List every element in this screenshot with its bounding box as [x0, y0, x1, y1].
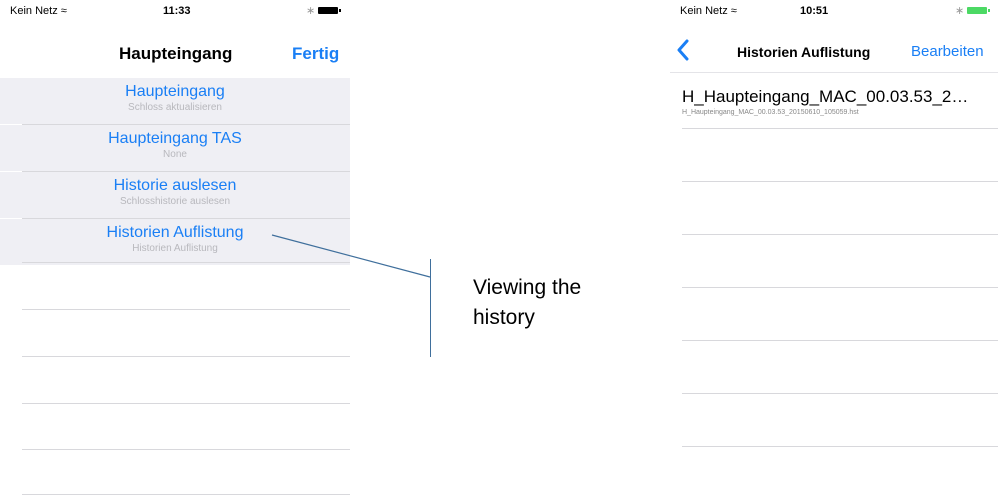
annotation-line-2: history	[473, 306, 535, 329]
status-bar: Kein Netz ≈ 10:51 ∗	[670, 0, 998, 20]
empty-row-divider	[682, 446, 998, 447]
annotation-text: Viewing the history	[473, 273, 581, 333]
menu-item-subtitle: None	[163, 149, 187, 160]
carrier-label: Kein Netz ≈	[10, 5, 67, 17]
nav-bar: Historien Auflistung Bearbeiten	[670, 28, 998, 72]
menu-item-title: Haupteingang	[125, 83, 225, 100]
history-file-subtitle: H_Haupteingang_MAC_00.03.53_20150610_105…	[682, 109, 859, 116]
callout-connector	[271, 234, 431, 278]
edit-button[interactable]: Bearbeiten	[911, 43, 984, 60]
carrier-text: Kein Netz	[10, 5, 58, 17]
empty-row-divider	[682, 393, 998, 394]
back-button[interactable]	[676, 39, 692, 61]
status-bar: Kein Netz ≈ 11:33 ∗	[0, 0, 350, 20]
empty-row-divider	[22, 494, 350, 495]
clock: 10:51	[800, 5, 829, 17]
bluetooth-icon: ∗	[955, 5, 965, 17]
nav-bar: Haupteingang Fertig	[0, 28, 350, 72]
menu-item-title: Historie auslesen	[113, 177, 237, 194]
carrier-label: Kein Netz ≈	[680, 5, 737, 17]
menu-item-subtitle: Schlosshistorie auslesen	[119, 196, 231, 207]
empty-row-divider	[22, 403, 350, 404]
page-title: Historien Auflistung	[737, 44, 871, 60]
empty-row-divider	[682, 234, 998, 235]
back-chevron-icon	[677, 39, 689, 61]
nav-divider	[670, 72, 998, 73]
empty-row-divider	[682, 181, 998, 182]
menu-item-subtitle: Schloss aktualisieren	[128, 102, 222, 113]
battery-icon	[318, 7, 341, 14]
empty-row-divider	[22, 309, 350, 310]
history-file-row[interactable]: H_Haupteingang_MAC_00.03.53_2… H_Hauptei…	[670, 77, 998, 129]
battery-icon	[967, 7, 990, 14]
wifi-icon: ≈	[60, 5, 67, 17]
history-file-title: H_Haupteingang_MAC_00.03.53_2…	[682, 87, 969, 106]
callout-pointer-line	[271, 234, 431, 278]
empty-row-divider	[22, 356, 350, 357]
wifi-icon: ≈	[730, 5, 737, 17]
carrier-text: Kein Netz	[680, 5, 728, 17]
empty-row-divider	[22, 449, 350, 450]
bluetooth-icon: ∗	[306, 5, 316, 17]
menu-item-read-history[interactable]: Historie auslesen Schlosshistorie ausles…	[0, 172, 350, 218]
done-button[interactable]: Fertig	[292, 44, 339, 64]
empty-row-divider	[682, 340, 998, 341]
page-title: Haupteingang	[119, 44, 233, 63]
menu-item-title: Haupteingang TAS	[108, 130, 242, 147]
menu-item-update-lock[interactable]: Haupteingang Schloss aktualisieren	[0, 78, 350, 124]
clock: 11:33	[163, 5, 191, 17]
empty-row-divider	[682, 287, 998, 288]
row-divider	[682, 128, 998, 129]
menu-item-tas[interactable]: Haupteingang TAS None	[0, 125, 350, 171]
annotation-line-1: Viewing the	[473, 276, 582, 299]
right-screen: Kein Netz ≈ 10:51 ∗ Historien Auflistung …	[670, 0, 998, 498]
